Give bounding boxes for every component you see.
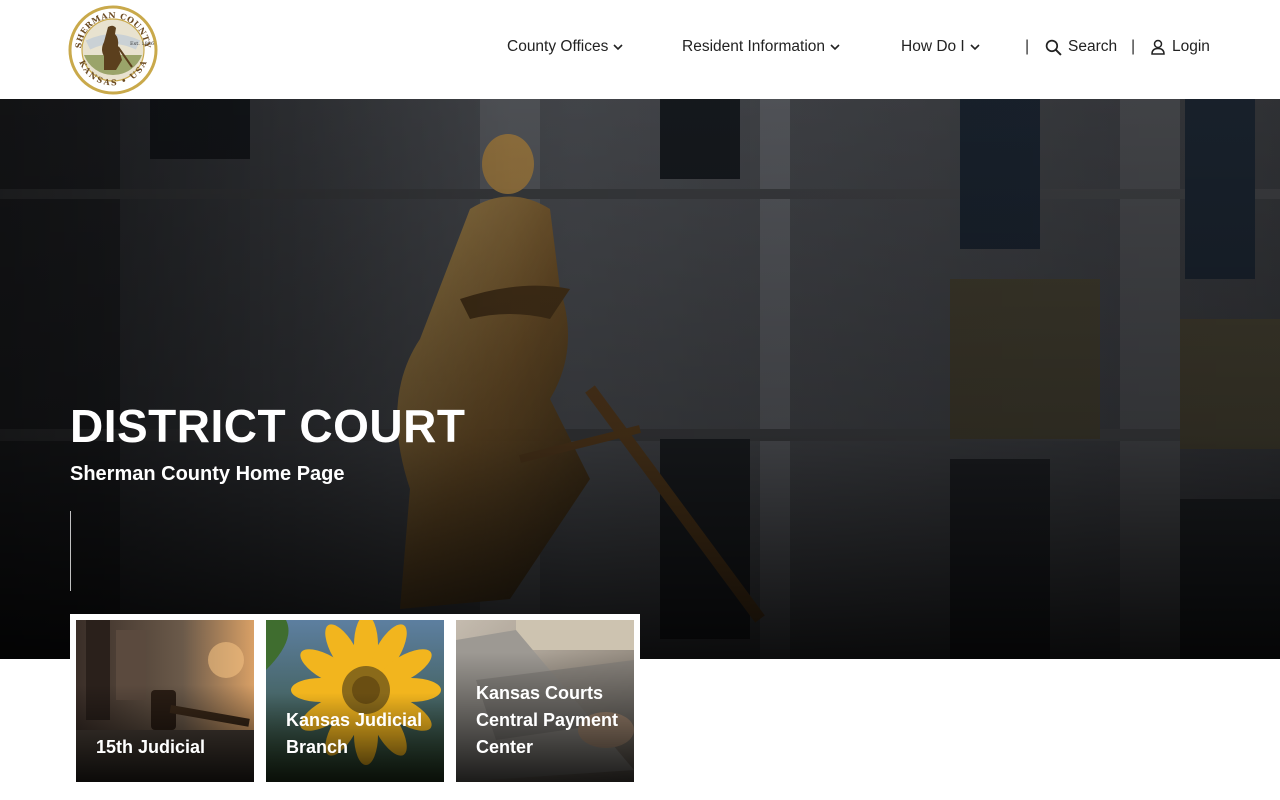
card-kansas-courts-payment-center[interactable]: Kansas Courts Central Payment Center bbox=[456, 620, 634, 782]
login-button[interactable]: Login bbox=[1150, 38, 1210, 56]
chevron-down-icon bbox=[970, 44, 980, 51]
quick-links: 15th Judicial Kansas Judicial Branch Kan… bbox=[70, 614, 640, 790]
user-icon bbox=[1151, 39, 1165, 55]
card-kansas-judicial-branch[interactable]: Kansas Judicial Branch bbox=[266, 620, 444, 782]
nav-county-offices[interactable]: County Offices bbox=[507, 38, 624, 56]
site-header: Est. 1886 SHERMAN COUNTY KANSAS • USA Co… bbox=[0, 0, 1280, 99]
hero-banner: DISTRICT COURT Sherman County Home Page bbox=[0, 99, 1280, 659]
login-label: Login bbox=[1172, 38, 1210, 55]
card-label: Kansas Judicial Branch bbox=[286, 710, 423, 757]
search-icon bbox=[1045, 39, 1062, 56]
courthouse-statue-photo bbox=[0, 99, 1280, 659]
nav-separator: | bbox=[1131, 38, 1136, 55]
nav-resident-information[interactable]: Resident Information bbox=[682, 38, 841, 56]
card-label: 15th Judicial bbox=[96, 737, 206, 757]
nav-resident-information-label: Resident Information bbox=[682, 38, 826, 55]
county-seal-logo[interactable]: Est. 1886 SHERMAN COUNTY KANSAS • USA bbox=[68, 5, 158, 95]
hero-divider bbox=[70, 511, 71, 591]
nav-how-do-i[interactable]: How Do I bbox=[901, 38, 981, 56]
nav-county-offices-label: County Offices bbox=[507, 38, 609, 55]
page-subtitle: Sherman County Home Page bbox=[70, 463, 345, 485]
chevron-down-icon bbox=[830, 44, 840, 51]
card-15th-judicial[interactable]: 15th Judicial bbox=[76, 620, 254, 782]
search-button[interactable]: Search bbox=[1045, 38, 1117, 56]
chevron-down-icon bbox=[613, 44, 623, 51]
card-label: Kansas Courts Central Payment Center bbox=[476, 683, 619, 757]
nav-separator: | bbox=[1025, 38, 1030, 55]
search-label: Search bbox=[1068, 38, 1118, 55]
page-title: DISTRICT COURT bbox=[70, 400, 466, 452]
nav-how-do-i-label: How Do I bbox=[901, 38, 965, 55]
